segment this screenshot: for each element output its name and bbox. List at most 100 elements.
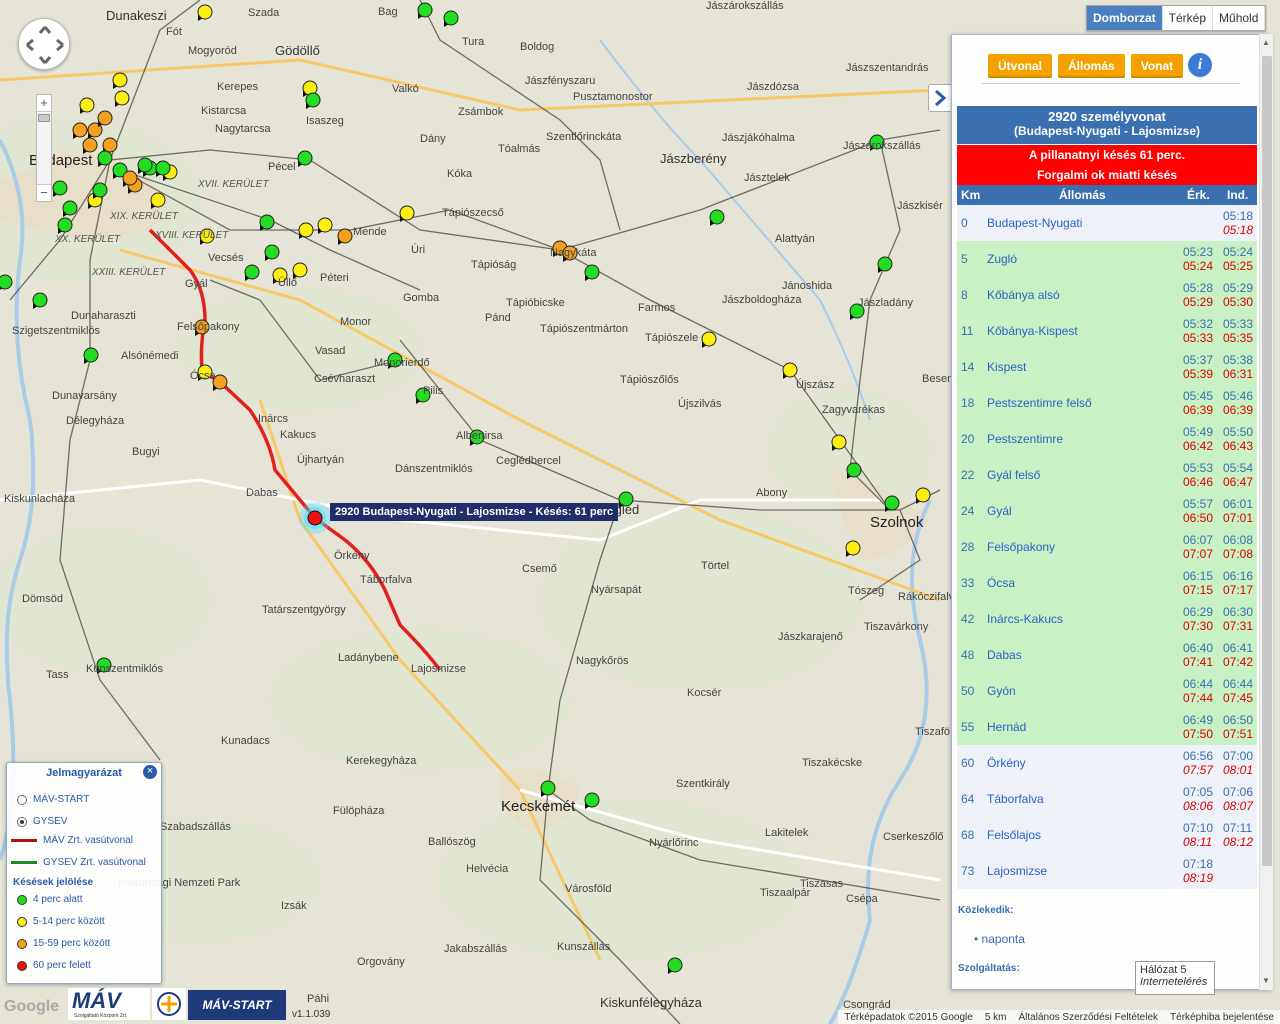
maptype-map-button[interactable]: Térkép <box>1163 6 1214 30</box>
scale-label: 5 km <box>984 1011 1007 1023</box>
place-label: Csemő <box>522 563 557 575</box>
report-error-link[interactable]: Térképhiba bejelentése <box>1170 1012 1274 1023</box>
place-label: Gomba <box>403 292 440 304</box>
mav-start-logo[interactable]: MÁV-START <box>188 990 286 1020</box>
train-title: 2920 személyvonat <box>1048 109 1166 124</box>
place-label: Helvécia <box>466 863 509 875</box>
station-button[interactable]: Állomás <box>1058 54 1125 78</box>
row-ra: 05:33 <box>1183 331 1214 345</box>
maptype-satellite-button[interactable]: Műhold <box>1213 6 1266 30</box>
place-label: Ócsa <box>190 370 216 382</box>
legend-gysev[interactable]: GYSEV <box>17 816 67 827</box>
train-position-marker[interactable] <box>299 502 331 534</box>
route-button[interactable]: Útvonal <box>988 54 1053 78</box>
gysev-logo[interactable] <box>152 988 186 1020</box>
row-rd: 08:07 <box>1223 799 1254 813</box>
place-label: Tápiószecső <box>442 207 504 219</box>
place-label: Pécel <box>268 161 296 173</box>
station-link[interactable]: Felsőpakony <box>987 540 1055 554</box>
place-label: Inárcs <box>258 413 288 425</box>
legend-mav-start[interactable]: MÁV-START <box>17 794 89 805</box>
maptype-terrain-button[interactable]: Domborzat <box>1087 6 1163 30</box>
station-link[interactable]: Inárcs-Kakucs <box>987 612 1063 626</box>
timetable-row: 28 Felsőpakony 06:07 06:08 07:07 07:08 <box>957 529 1257 565</box>
zoom-slider-handle[interactable] <box>38 114 50 122</box>
place-label: Vasad <box>315 345 346 357</box>
station-link[interactable]: Lajosmizse <box>987 864 1047 878</box>
row-km: 33 <box>961 576 975 590</box>
train-button[interactable]: Vonat <box>1130 54 1184 78</box>
station-link[interactable]: Pestszentimre <box>987 432 1063 446</box>
station-link[interactable]: Hernád <box>987 720 1026 734</box>
row-km: 11 <box>961 324 974 338</box>
red-dot-icon <box>17 960 27 971</box>
station-link[interactable]: Ócsa <box>987 576 1015 590</box>
row-ra: 06:42 <box>1183 439 1214 453</box>
place-label: Mogyoród <box>188 45 237 57</box>
station-link[interactable]: Kispest <box>987 360 1026 374</box>
pan-control[interactable] <box>18 18 70 70</box>
row-sa: 05:49 <box>1183 425 1214 439</box>
panel-scrollbar[interactable]: ▲ ▼ <box>1259 34 1273 990</box>
train-tooltip[interactable]: 2920 Budapest-Nyugati - Lajosmizse - Kés… <box>330 503 619 521</box>
row-sa: 06:44 <box>1183 677 1214 691</box>
place-label: Dömsöd <box>22 593 63 605</box>
station-link[interactable]: Kőbánya alsó <box>987 288 1060 302</box>
station-link[interactable]: Táborfalva <box>987 792 1044 806</box>
place-label: Bugyi <box>132 446 160 458</box>
place-label: Alsónémedi <box>121 350 179 362</box>
station-link[interactable]: Gyón <box>987 684 1016 698</box>
station-link[interactable]: Örkény <box>987 756 1026 770</box>
place-label: Lakitelek <box>765 827 809 839</box>
row-sd: 05:18 <box>1223 209 1254 223</box>
delay-reason: Forgalmi ok miatti késés <box>1036 168 1178 182</box>
legend-delay-green: 4 perc alatt <box>17 894 82 905</box>
place-label: Szentlőrinckáta <box>546 131 622 143</box>
scroll-up-icon[interactable]: ▲ <box>1262 38 1270 47</box>
row-sd: 06:01 <box>1223 497 1254 511</box>
place-label: Lajosmizse <box>411 663 467 675</box>
zoom-slider[interactable] <box>37 111 51 185</box>
place-label: Tiszavárkony <box>864 621 929 633</box>
runs-label: Közlekedik: <box>958 905 1014 916</box>
panel-collapse-button[interactable] <box>928 84 952 112</box>
row-rd: 06:43 <box>1223 439 1254 453</box>
row-rd: 07:51 <box>1223 727 1254 741</box>
station-link[interactable]: Felsőlajos <box>987 828 1041 842</box>
scrollbar-thumb[interactable] <box>1262 56 1272 866</box>
terms-link[interactable]: Általános Szerződési Feltételek <box>1019 1012 1159 1023</box>
place-label: Felsőpakony <box>177 321 240 333</box>
legend-delay-yellow: 5-14 perc között <box>17 916 105 927</box>
station-link[interactable]: Pestszentimre felső <box>987 396 1092 410</box>
zoom-in-button[interactable]: + <box>37 95 51 111</box>
zoom-out-button[interactable]: − <box>37 185 51 201</box>
station-link[interactable]: Kőbánya-Kispest <box>987 324 1078 338</box>
place-label: Kunszállás <box>557 941 611 953</box>
place-label: Tápiószele <box>645 332 699 344</box>
place-label: Alattyán <box>775 233 815 245</box>
pan-arrows-icon <box>26 26 64 64</box>
info-icon[interactable]: i <box>1188 53 1212 77</box>
place-label: Tószeg <box>848 585 885 597</box>
station-link[interactable]: Zugló <box>987 252 1017 266</box>
station-link[interactable]: Gyál felső <box>987 468 1040 482</box>
place-label: Tápiószentmárton <box>540 323 629 335</box>
station-link[interactable]: Dabas <box>987 648 1022 662</box>
scroll-down-icon[interactable]: ▼ <box>1262 976 1270 985</box>
place-label: Monor <box>340 316 372 328</box>
row-sa: 05:57 <box>1183 497 1214 511</box>
timetable-row: 50 Gyón 06:44 06:44 07:44 07:45 <box>957 673 1257 709</box>
place-label: Dabas <box>246 487 278 499</box>
radio-checked-icon[interactable] <box>17 816 27 827</box>
place-label: Bag <box>378 6 398 18</box>
mav-logo[interactable]: MÁV Szolgáltató Központ Zrt. <box>68 988 150 1020</box>
timetable-row: 11 Kőbánya-Kispest 05:32 05:33 05:33 05:35 <box>957 313 1257 349</box>
radio-icon[interactable] <box>17 794 27 805</box>
legend-close-button[interactable]: × <box>143 765 157 779</box>
station-link[interactable]: Budapest-Nyugati <box>987 216 1082 230</box>
row-sa: 05:53 <box>1183 461 1214 475</box>
runs-value: • naponta <box>974 932 1025 946</box>
timetable-row: 60 Örkény 06:56 07:00 07:57 08:01 <box>957 745 1257 781</box>
place-label: Jászdózsa <box>747 81 799 93</box>
station-link[interactable]: Gyál <box>987 504 1012 518</box>
